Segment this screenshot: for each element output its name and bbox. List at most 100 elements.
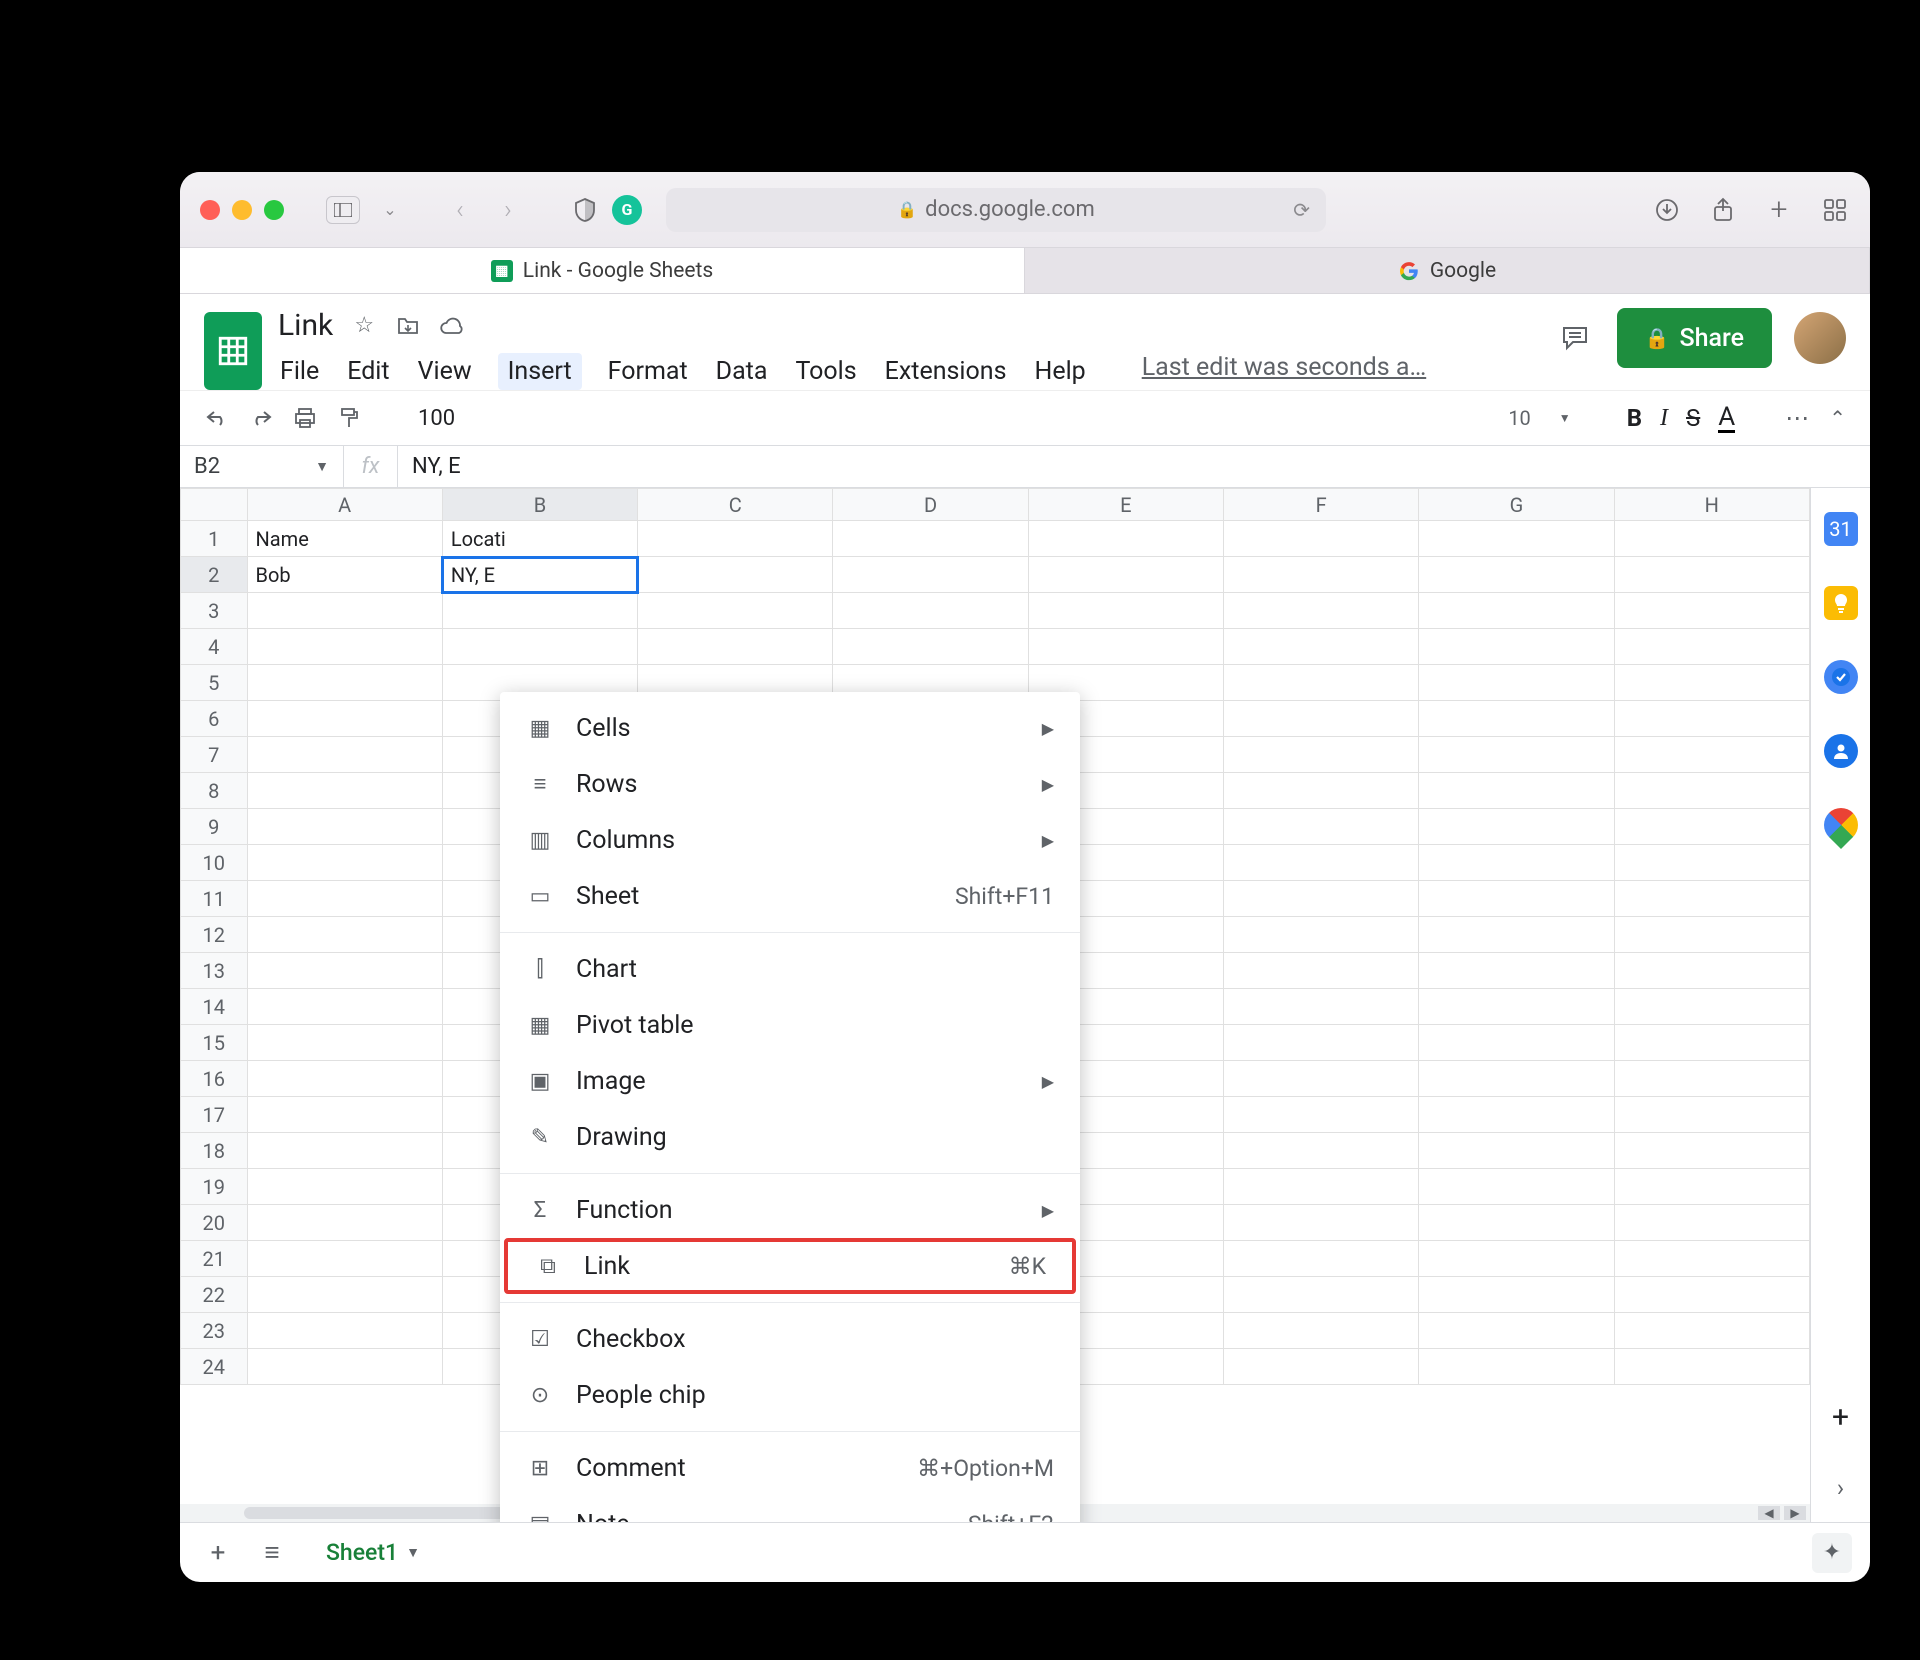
cell[interactable] bbox=[1224, 665, 1419, 701]
browser-tab-google[interactable]: Google bbox=[1025, 248, 1870, 293]
zoom-selector[interactable]: 100 bbox=[418, 406, 455, 431]
strikethrough-button[interactable]: S bbox=[1686, 404, 1700, 432]
reload-icon[interactable]: ⟳ bbox=[1293, 198, 1310, 222]
add-side-panel-icon[interactable]: + bbox=[1824, 1400, 1858, 1434]
menu-item-rows[interactable]: ≡Rows▶ bbox=[500, 756, 1080, 812]
font-size-selector[interactable]: 10▼ bbox=[1508, 406, 1570, 430]
cell[interactable] bbox=[1614, 593, 1809, 629]
back-button[interactable]: ‹ bbox=[442, 192, 478, 228]
tasks-icon[interactable] bbox=[1824, 660, 1858, 694]
cell[interactable] bbox=[1419, 665, 1614, 701]
column-header[interactable]: H bbox=[1614, 489, 1809, 521]
cell[interactable] bbox=[1224, 1133, 1419, 1169]
cell[interactable] bbox=[1614, 1133, 1809, 1169]
column-header[interactable]: B bbox=[442, 489, 637, 521]
cell[interactable] bbox=[247, 809, 442, 845]
cell[interactable] bbox=[1028, 521, 1223, 557]
cell[interactable] bbox=[247, 1061, 442, 1097]
cell[interactable] bbox=[1224, 917, 1419, 953]
close-window-button[interactable] bbox=[200, 200, 220, 220]
row-header[interactable]: 12 bbox=[181, 917, 248, 953]
cell[interactable] bbox=[247, 845, 442, 881]
row-header[interactable]: 18 bbox=[181, 1133, 248, 1169]
cell[interactable] bbox=[638, 557, 833, 593]
all-sheets-button[interactable]: ≡ bbox=[252, 1533, 292, 1573]
share-icon[interactable] bbox=[1708, 195, 1738, 225]
cell[interactable] bbox=[1224, 1097, 1419, 1133]
cell[interactable] bbox=[247, 881, 442, 917]
row-header[interactable]: 10 bbox=[181, 845, 248, 881]
cell[interactable] bbox=[1419, 1277, 1614, 1313]
cell[interactable] bbox=[1419, 1313, 1614, 1349]
row-header[interactable]: 23 bbox=[181, 1313, 248, 1349]
sidebar-toggle-button[interactable] bbox=[326, 196, 360, 224]
cell[interactable] bbox=[1614, 1169, 1809, 1205]
row-header[interactable]: 20 bbox=[181, 1205, 248, 1241]
cell[interactable] bbox=[1614, 809, 1809, 845]
star-icon[interactable]: ☆ bbox=[351, 313, 377, 339]
cell[interactable] bbox=[1224, 1205, 1419, 1241]
menu-item-sheet[interactable]: ▭SheetShift+F11 bbox=[500, 868, 1080, 924]
row-header[interactable]: 16 bbox=[181, 1061, 248, 1097]
maximize-window-button[interactable] bbox=[264, 200, 284, 220]
cell[interactable] bbox=[1028, 629, 1223, 665]
cell[interactable] bbox=[247, 629, 442, 665]
row-header[interactable]: 11 bbox=[181, 881, 248, 917]
paint-format-icon[interactable] bbox=[336, 405, 362, 431]
menu-format[interactable]: Format bbox=[606, 353, 690, 390]
bold-button[interactable]: B bbox=[1627, 404, 1642, 432]
document-title[interactable]: Link bbox=[278, 308, 333, 343]
cell[interactable] bbox=[247, 989, 442, 1025]
cell[interactable] bbox=[247, 1205, 442, 1241]
cell[interactable] bbox=[1614, 845, 1809, 881]
side-panel-toggle-icon[interactable]: › bbox=[1837, 1474, 1844, 1502]
cell[interactable] bbox=[247, 1133, 442, 1169]
cell[interactable] bbox=[1419, 845, 1614, 881]
cell[interactable] bbox=[1419, 773, 1614, 809]
sheet-tab[interactable]: Sheet1 ▼ bbox=[306, 1526, 440, 1579]
cell[interactable] bbox=[1419, 1349, 1614, 1385]
cell[interactable] bbox=[1419, 881, 1614, 917]
cell[interactable] bbox=[247, 953, 442, 989]
cell[interactable] bbox=[247, 917, 442, 953]
keep-icon[interactable] bbox=[1824, 586, 1858, 620]
menu-view[interactable]: View bbox=[416, 353, 474, 390]
text-color-button[interactable]: A bbox=[1718, 404, 1735, 433]
cell[interactable] bbox=[833, 521, 1028, 557]
cell[interactable] bbox=[1419, 917, 1614, 953]
collapse-toolbar-icon[interactable]: ⌃ bbox=[1829, 406, 1846, 430]
row-header[interactable]: 8 bbox=[181, 773, 248, 809]
row-header[interactable]: 5 bbox=[181, 665, 248, 701]
cell[interactable] bbox=[1224, 881, 1419, 917]
cell[interactable]: Locati bbox=[442, 521, 637, 557]
cell[interactable] bbox=[1224, 953, 1419, 989]
sheets-logo-icon[interactable] bbox=[204, 312, 262, 390]
menu-item-checkbox[interactable]: ☑Checkbox bbox=[500, 1311, 1080, 1367]
privacy-shield-icon[interactable] bbox=[570, 195, 600, 225]
cell[interactable] bbox=[1419, 629, 1614, 665]
cell[interactable] bbox=[1028, 557, 1223, 593]
account-avatar[interactable] bbox=[1794, 312, 1846, 364]
formula-input[interactable]: NY, E bbox=[398, 454, 1870, 479]
cell[interactable] bbox=[1419, 1061, 1614, 1097]
cell[interactable] bbox=[1224, 1349, 1419, 1385]
cell[interactable] bbox=[1419, 989, 1614, 1025]
menu-item-comment[interactable]: ⊞Comment⌘+Option+M bbox=[500, 1440, 1080, 1496]
tab-overview-icon[interactable] bbox=[1820, 195, 1850, 225]
cell[interactable] bbox=[247, 701, 442, 737]
row-header[interactable]: 2 bbox=[181, 557, 248, 593]
column-header[interactable]: C bbox=[638, 489, 833, 521]
more-toolbar-icon[interactable]: ⋯ bbox=[1785, 404, 1811, 432]
cell[interactable] bbox=[247, 1277, 442, 1313]
cell[interactable] bbox=[247, 1241, 442, 1277]
row-header[interactable]: 21 bbox=[181, 1241, 248, 1277]
calendar-icon[interactable]: 31 bbox=[1824, 512, 1858, 546]
cell[interactable] bbox=[1614, 665, 1809, 701]
cell[interactable] bbox=[1614, 773, 1809, 809]
cell[interactable] bbox=[1419, 1025, 1614, 1061]
menu-item-pivot-table[interactable]: ▦Pivot table bbox=[500, 997, 1080, 1053]
cell[interactable] bbox=[1614, 1025, 1809, 1061]
cell[interactable] bbox=[1614, 1097, 1809, 1133]
menu-help[interactable]: Help bbox=[1032, 353, 1087, 390]
cell[interactable]: NY, E bbox=[442, 557, 637, 593]
